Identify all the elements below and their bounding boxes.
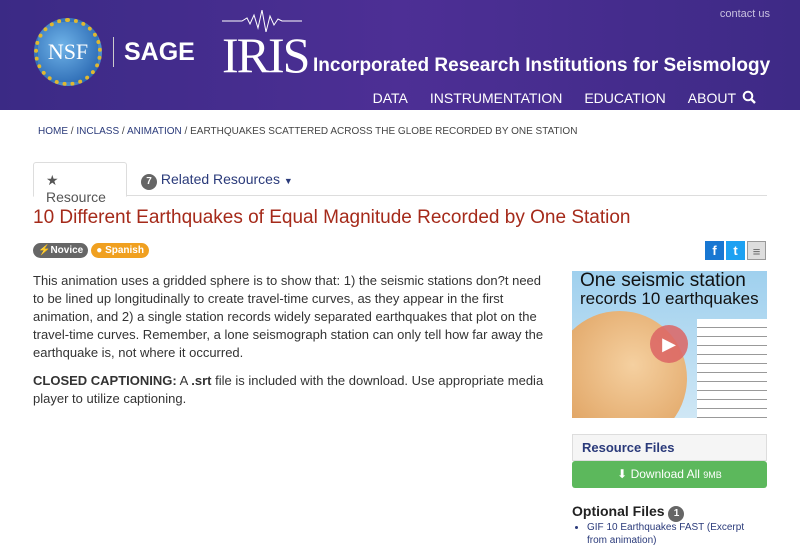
bolt-icon: ⚡ [38, 245, 51, 256]
page-title: 10 Different Earthquakes of Equal Magnit… [33, 207, 631, 228]
optional-file-link[interactable]: GIF 10 Earthquakes FAST (Excerpt from an… [587, 521, 766, 547]
thumbnail-title: One seismic station records 10 earthquake… [580, 271, 759, 308]
logo-divider [113, 37, 114, 67]
caret-down-icon: ▼ [283, 176, 293, 186]
contact-us-link[interactable]: contact us [720, 8, 770, 20]
nav-instrumentation[interactable]: INSTRUMENTATION [430, 90, 562, 106]
optional-count-badge: 1 [668, 506, 685, 522]
breadcrumb-inclass[interactable]: INCLASS [76, 126, 119, 137]
optional-files-heading: Optional Files 1 [572, 503, 685, 522]
optional-files-list: GIF 10 Earthquakes FAST (Excerpt from an… [576, 521, 766, 547]
org-name: Incorporated Research Institutions for S… [313, 55, 771, 76]
breadcrumb-animation[interactable]: ANIMATION [127, 126, 182, 137]
nav-data[interactable]: DATA [373, 90, 408, 106]
related-count-badge: 7 [141, 174, 157, 190]
twitter-icon[interactable]: t [726, 241, 745, 260]
star-icon: ★ [46, 172, 59, 188]
breadcrumb: HOME / INCLASS / ANIMATION / EARTHQUAKES… [38, 126, 578, 137]
main-nav: DATA INSTRUMENTATION EDUCATION ABOUT [373, 90, 736, 106]
iris-logo[interactable]: IRIS [222, 26, 310, 84]
search-icon[interactable] [742, 90, 756, 104]
tab-resource[interactable]: ★ Resource [33, 162, 127, 205]
site-header: contact us NSF SAGE IRIS Incorporated Re… [0, 0, 800, 110]
notes-icon[interactable]: ≡ [747, 241, 766, 260]
captioning-note: CLOSED CAPTIONING: A .srt file is includ… [33, 373, 544, 406]
description: This animation uses a gridded sphere is … [33, 272, 553, 418]
nsf-logo[interactable]: NSF [34, 18, 102, 86]
novice-badge[interactable]: ⚡Novice [33, 243, 89, 258]
play-icon[interactable]: ▶ [650, 325, 688, 363]
resource-tabs: ★ Resource 7 Related Resources ▼ [33, 162, 767, 205]
globe-icon: ● [96, 245, 106, 256]
seismogram-traces [697, 319, 767, 418]
nav-education[interactable]: EDUCATION [584, 90, 665, 106]
breadcrumb-current: EARTHQUAKES SCATTERED ACROSS THE GLOBE R… [190, 126, 578, 137]
video-thumbnail[interactable]: One seismic station records 10 earthquake… [572, 271, 767, 418]
share-buttons: f t ≡ [705, 241, 766, 260]
download-icon: ⬇ [617, 467, 628, 481]
sage-logo[interactable]: SAGE [124, 38, 195, 67]
facebook-icon[interactable]: f [705, 241, 724, 260]
nav-about[interactable]: ABOUT [688, 90, 736, 106]
resource-files-heading: Resource Files [572, 434, 767, 461]
download-all-button[interactable]: ⬇ Download All 9MB [572, 461, 767, 488]
breadcrumb-home[interactable]: HOME [38, 126, 68, 137]
description-text: This animation uses a gridded sphere is … [33, 273, 544, 360]
spanish-badge[interactable]: ● Spanish [91, 243, 149, 258]
tag-pills: ⚡Novice ● Spanish [33, 243, 149, 258]
tab-related-resources[interactable]: 7 Related Resources ▼ [141, 171, 293, 190]
